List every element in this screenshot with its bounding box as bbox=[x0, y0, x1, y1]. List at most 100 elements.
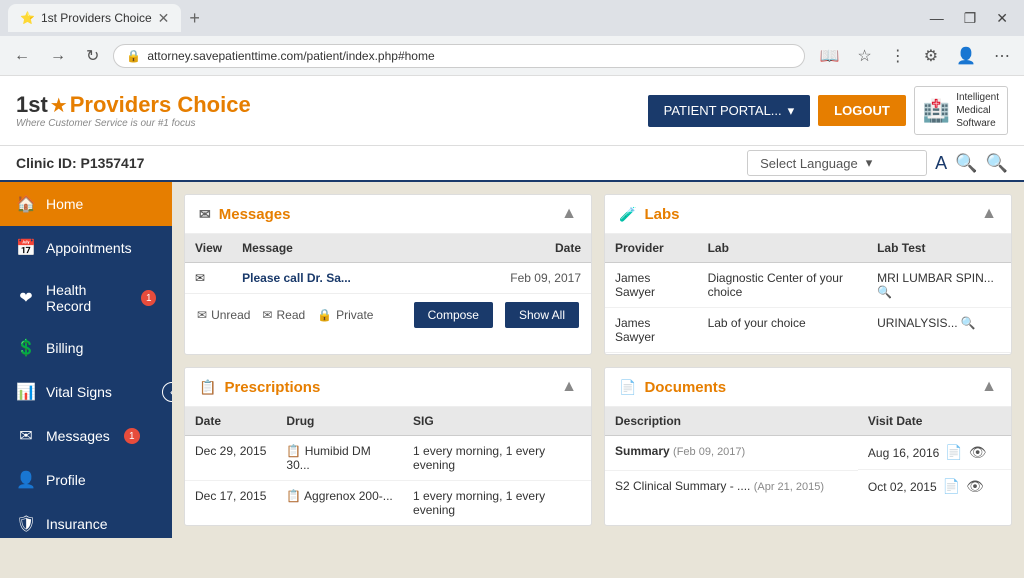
search-icon[interactable]: 🔍 bbox=[877, 285, 892, 299]
chevron-down-icon: ▾ bbox=[866, 155, 873, 171]
back-button[interactable]: ← bbox=[8, 43, 36, 69]
labs-collapse-button[interactable]: ▲ bbox=[981, 205, 997, 223]
doc-col-visit-date: Visit Date bbox=[858, 407, 1011, 436]
message-date: Feb 09, 2017 bbox=[443, 263, 591, 294]
sidebar-item-health-record[interactable]: ❤ Health Record 1 bbox=[0, 270, 172, 326]
search-icon-2[interactable]: 🔍 bbox=[986, 153, 1008, 174]
language-select[interactable]: Select Language ▾ bbox=[747, 150, 927, 176]
messages-card-body: View Message Date ✉ Please call Dr. Sa..… bbox=[185, 234, 591, 293]
browser-actions: 📖 ☆ ⋮ ⚙ 👤 ⋯ bbox=[813, 42, 1016, 70]
sidebar-item-insurance[interactable]: 🛡 Insurance bbox=[0, 502, 172, 538]
rx-date-2: Dec 17, 2015 bbox=[185, 481, 276, 526]
sidebar-item-label: Health Record bbox=[46, 282, 127, 314]
prescriptions-card: 📋 Prescriptions ▲ Date Drug SIG bbox=[184, 367, 592, 526]
labs-card-footer: 🔍 View full test 📄 Result Show All bbox=[605, 352, 1011, 355]
doc-visit-date-1: Aug 16, 2016 📄 👁 bbox=[858, 436, 1011, 470]
messages-col-message: Message bbox=[232, 234, 443, 263]
document-download-icon[interactable]: 📄 bbox=[943, 478, 960, 495]
sidebar: 🏠 Home 📅 Appointments ❤ Health Record 1 … bbox=[0, 182, 172, 538]
active-tab[interactable]: ⭐ 1st Providers Choice ✕ bbox=[8, 4, 181, 32]
search-icon-1[interactable]: 🔍 bbox=[955, 153, 977, 174]
tab-favicon: ⭐ bbox=[20, 11, 35, 25]
chevron-down-icon: ▾ bbox=[788, 103, 795, 119]
message-view-icon: ✉ bbox=[185, 263, 232, 294]
tab-title: 1st Providers Choice bbox=[41, 11, 152, 25]
menu-button[interactable]: ⋮ bbox=[884, 42, 912, 70]
address-bar[interactable]: 🔒 attorney.savepatienttime.com/patient/i… bbox=[113, 44, 805, 68]
documents-collapse-button[interactable]: ▲ bbox=[981, 378, 997, 396]
header-buttons: PATIENT PORTAL... ▾ LOGOUT 🏥 Intelligent… bbox=[648, 86, 1008, 135]
profile-button[interactable]: 👤 bbox=[950, 42, 982, 70]
sidebar-item-label: Billing bbox=[46, 340, 83, 356]
refresh-button[interactable]: ↻ bbox=[80, 42, 105, 70]
sidebar-item-vital-signs[interactable]: 📊 Vital Signs ‹ bbox=[0, 370, 172, 414]
labs-col-provider: Provider bbox=[605, 234, 698, 263]
url-text: attorney.savepatienttime.com/patient/ind… bbox=[147, 49, 792, 63]
messages-collapse-button[interactable]: ▲ bbox=[561, 205, 577, 223]
clinic-id: Clinic ID: P1357417 bbox=[16, 155, 747, 171]
documents-card-body: Description Visit Date Summary (Feb 09, … bbox=[605, 407, 1011, 503]
calendar-icon: 📅 bbox=[16, 238, 36, 258]
sidebar-item-home[interactable]: 🏠 Home bbox=[0, 182, 172, 226]
settings-button[interactable]: ⚙ bbox=[918, 42, 944, 70]
messages-card-header: ✉ Messages ▲ bbox=[185, 195, 591, 234]
labs-card-title: 🧪 Labs bbox=[619, 206, 679, 223]
rx-icon: 📋 bbox=[286, 489, 301, 503]
private-link[interactable]: 🔒 Private bbox=[317, 308, 373, 322]
sidebar-item-label: Home bbox=[46, 196, 83, 212]
tab-close-button[interactable]: ✕ bbox=[158, 10, 170, 27]
sidebar-item-messages[interactable]: ✉ Messages 1 bbox=[0, 414, 172, 458]
document-view-icon[interactable]: 👁 bbox=[966, 478, 984, 495]
bookmark-button[interactable]: 📖 bbox=[813, 42, 845, 70]
labs-card-body: Provider Lab Lab Test James Sawyer Diagn… bbox=[605, 234, 1011, 352]
rx-icon: 📋 bbox=[199, 379, 216, 396]
document-download-icon[interactable]: 📄 bbox=[945, 444, 962, 461]
home-icon: 🏠 bbox=[16, 194, 36, 214]
messages-show-all-button[interactable]: Show All bbox=[505, 302, 579, 328]
message-link[interactable]: Please call Dr. Sa... bbox=[242, 271, 351, 285]
prescriptions-table: Date Drug SIG Dec 29, 2015 📋 Humibid DM … bbox=[185, 407, 591, 525]
compose-button[interactable]: Compose bbox=[414, 302, 493, 328]
doc-visit-date-2: Oct 02, 2015 📄 👁 bbox=[858, 470, 1011, 503]
search-icon[interactable]: 🔍 bbox=[961, 316, 976, 330]
minimize-button[interactable]: — bbox=[922, 8, 952, 28]
new-tab-button[interactable]: + bbox=[181, 8, 208, 29]
envelope-icon: ✉ bbox=[197, 308, 207, 322]
sidebar-item-appointments[interactable]: 📅 Appointments bbox=[0, 226, 172, 270]
doc-col-description: Description bbox=[605, 407, 858, 436]
flask-icon: 🧪 bbox=[619, 206, 636, 223]
star-button[interactable]: ☆ bbox=[851, 42, 877, 70]
prescriptions-collapse-button[interactable]: ▲ bbox=[561, 378, 577, 396]
extensions-button[interactable]: ⋯ bbox=[988, 42, 1016, 70]
sidebar-collapse-button[interactable]: ‹ bbox=[162, 382, 172, 402]
accessibility-icons: A 🔍 🔍 bbox=[935, 153, 1008, 174]
labs-table: Provider Lab Lab Test James Sawyer Diagn… bbox=[605, 234, 1011, 352]
doc-actions: 📄 👁 bbox=[943, 478, 984, 495]
heart-icon: ❤ bbox=[16, 288, 36, 308]
secure-icon: 🔒 bbox=[126, 49, 141, 63]
documents-card-title: 📄 Documents bbox=[619, 379, 726, 396]
prescriptions-card-title: 📋 Prescriptions bbox=[199, 379, 320, 396]
documents-table: Description Visit Date Summary (Feb 09, … bbox=[605, 407, 1011, 503]
document-view-icon[interactable]: 👁 bbox=[969, 444, 987, 461]
messages-col-date: Date bbox=[443, 234, 591, 263]
ims-logo: 🏥 Intelligent Medical Software bbox=[914, 86, 1008, 135]
patient-portal-button[interactable]: PATIENT PORTAL... ▾ bbox=[648, 95, 811, 127]
read-link[interactable]: ✉ Read bbox=[262, 308, 305, 322]
font-size-icon[interactable]: A bbox=[935, 153, 947, 174]
logout-button[interactable]: LOGOUT bbox=[818, 95, 906, 126]
table-row: James Sawyer Diagnostic Center of your c… bbox=[605, 263, 1011, 308]
logo-area: 1st ★ Providers Choice Where Customer Se… bbox=[16, 92, 251, 129]
health-record-badge: 1 bbox=[141, 290, 156, 306]
close-button[interactable]: ✕ bbox=[988, 8, 1016, 29]
lab-name-2: Lab of your choice bbox=[698, 308, 868, 353]
sidebar-item-profile[interactable]: 👤 Profile bbox=[0, 458, 172, 502]
maximize-button[interactable]: ❐ bbox=[956, 8, 985, 29]
table-row: S2 Clinical Summary - .... (Apr 21, 2015… bbox=[605, 470, 1011, 503]
labs-card-header: 🧪 Labs ▲ bbox=[605, 195, 1011, 234]
sidebar-item-billing[interactable]: 💲 Billing bbox=[0, 326, 172, 370]
labs-card: 🧪 Labs ▲ Provider Lab Lab Test bbox=[604, 194, 1012, 355]
unread-link[interactable]: ✉ Unread bbox=[197, 308, 250, 322]
rx-sig-2: 1 every morning, 1 every evening bbox=[403, 481, 591, 526]
forward-button[interactable]: → bbox=[44, 43, 72, 69]
